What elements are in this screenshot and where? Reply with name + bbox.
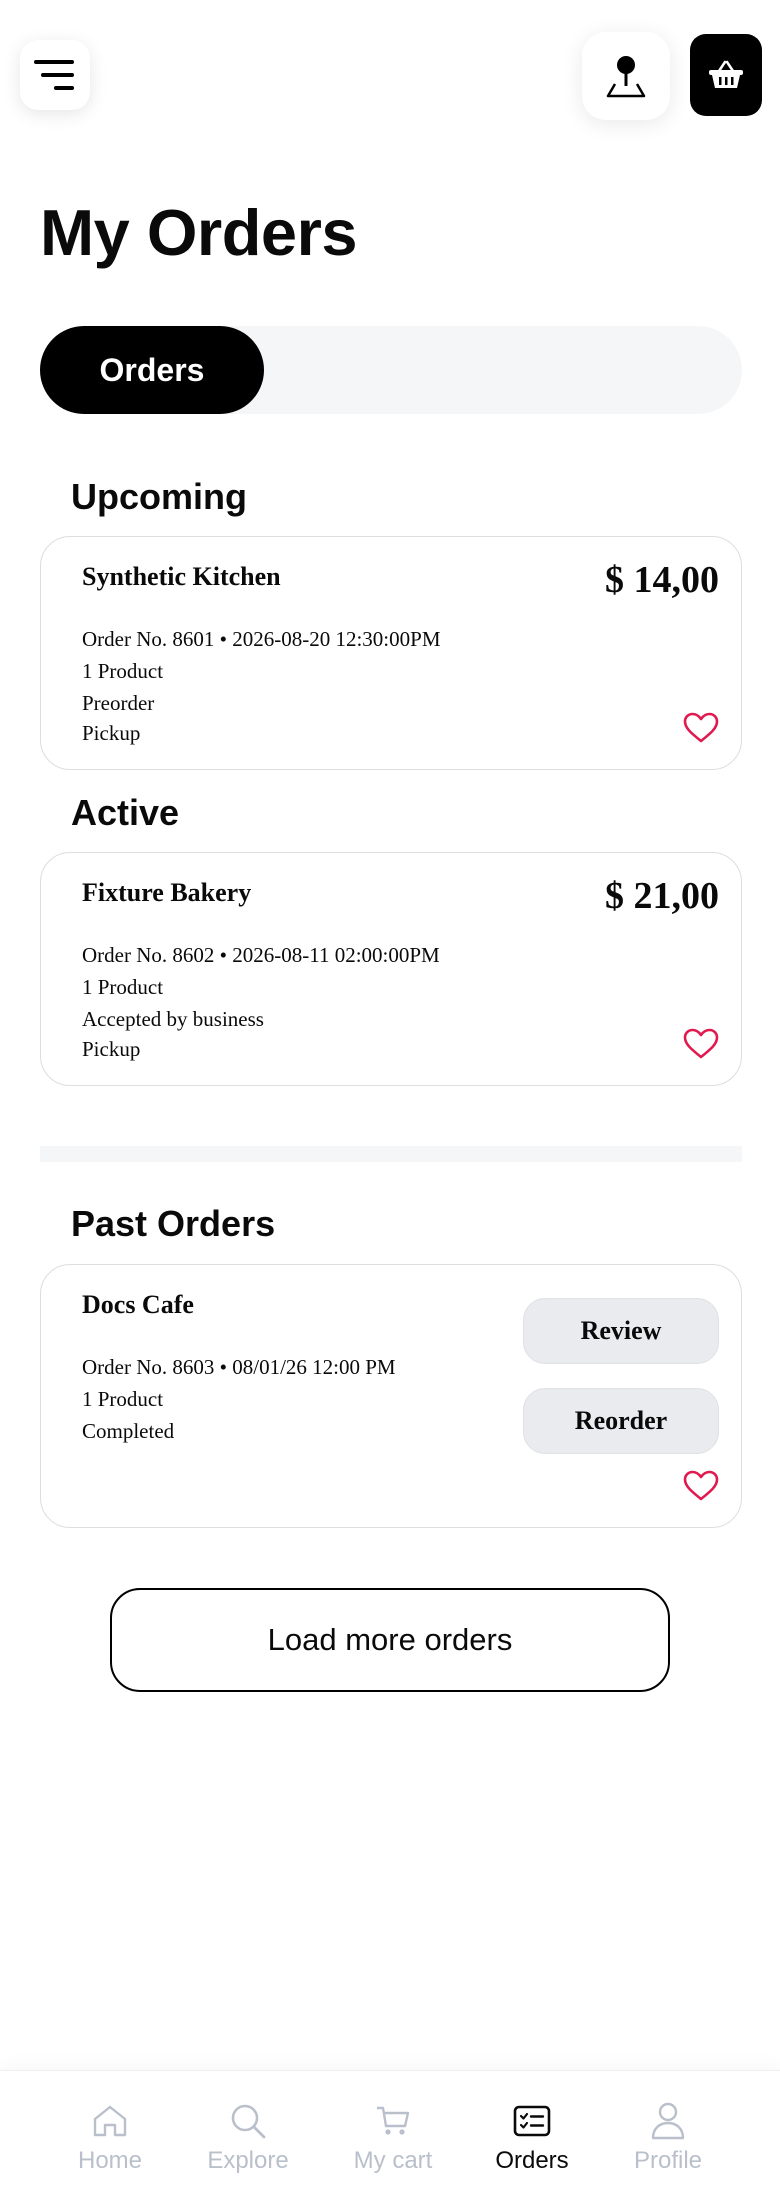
order-price: $ 21,00 [605, 875, 719, 917]
order-price: $ 14,00 [605, 559, 719, 601]
profile-icon [651, 2102, 685, 2140]
business-name: Fixture Bakery [82, 878, 252, 907]
heart-icon[interactable] [683, 712, 719, 744]
order-card-active[interactable]: Fixture Bakery $ 21,00 Order No. 8602 • … [40, 852, 742, 1086]
orders-icon [513, 2105, 551, 2137]
order-number-date: Order No. 8601 • 2026-08-20 12:30:00PM [82, 627, 441, 651]
section-title-upcoming: Upcoming [71, 476, 247, 517]
location-button[interactable] [582, 32, 670, 120]
product-count: 1 Product [82, 1387, 164, 1411]
order-number-date: Order No. 8603 • 08/01/26 12:00 PM [82, 1355, 396, 1379]
fulfillment-method: Pickup [82, 1037, 141, 1061]
product-count: 1 Product [82, 975, 164, 999]
business-name: Synthetic Kitchen [82, 562, 281, 591]
nav-item-my-cart[interactable]: My cart [342, 2071, 444, 2200]
heart-icon[interactable] [683, 1470, 719, 1502]
basket-icon [709, 60, 743, 88]
nav-item-explore[interactable]: Explore [197, 2071, 299, 2200]
tab-orders[interactable]: Orders [40, 326, 264, 414]
page-title: My Orders [40, 196, 358, 269]
search-icon [231, 2104, 266, 2139]
fulfillment-method: Pickup [82, 721, 141, 745]
heart-icon[interactable] [683, 1028, 719, 1060]
menu-button[interactable] [20, 40, 90, 110]
bottom-nav: Home Explore My cart Orders Profile [0, 2070, 780, 2200]
product-count: 1 Product [82, 659, 164, 683]
home-icon [93, 2105, 127, 2137]
nav-label: Explore [207, 2147, 289, 2174]
review-button[interactable]: Review [523, 1298, 719, 1364]
nav-label: Home [77, 2147, 143, 2174]
nav-item-home[interactable]: Home [59, 2071, 161, 2200]
basket-button[interactable] [690, 34, 762, 116]
order-card-upcoming[interactable]: Synthetic Kitchen $ 14,00 Order No. 8601… [40, 536, 742, 770]
nav-item-orders[interactable]: Orders [481, 2071, 583, 2200]
business-name: Docs Cafe [82, 1290, 194, 1319]
orders-tab-bar: Orders [40, 326, 742, 414]
cart-icon [377, 2106, 410, 2135]
reorder-button[interactable]: Reorder [523, 1388, 719, 1454]
nav-label: My cart [353, 2147, 433, 2174]
section-title-past: Past Orders [71, 1203, 276, 1244]
section-divider [40, 1146, 742, 1162]
order-status: Completed [82, 1419, 175, 1443]
menu-icon [34, 60, 74, 90]
load-more-button[interactable]: Load more orders [110, 1588, 670, 1692]
order-card-past[interactable]: Docs Cafe Order No. 8603 • 08/01/26 12:0… [40, 1264, 742, 1528]
order-status: Accepted by business [82, 1007, 264, 1031]
map-pin-icon [606, 56, 646, 98]
nav-label: Profile [633, 2147, 703, 2174]
nav-label: Orders [495, 2147, 569, 2174]
section-title-active: Active [71, 792, 180, 833]
order-status: Preorder [82, 691, 155, 715]
order-number-date: Order No. 8602 • 2026-08-11 02:00:00PM [82, 943, 440, 967]
nav-item-profile[interactable]: Profile [617, 2071, 719, 2200]
